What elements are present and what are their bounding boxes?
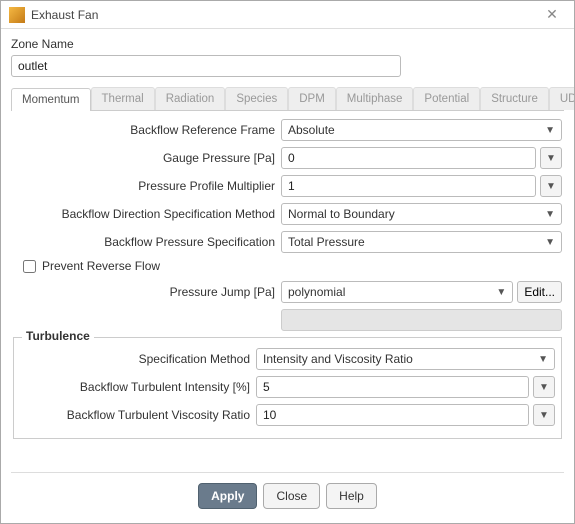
- tab-radiation[interactable]: Radiation: [155, 87, 226, 110]
- turb-viscosity-ratio-dropdown[interactable]: ▼: [533, 404, 555, 426]
- tabs: Momentum Thermal Radiation Species DPM M…: [11, 87, 564, 111]
- zone-name-label: Zone Name: [11, 37, 564, 51]
- close-button[interactable]: Close: [263, 483, 320, 509]
- backflow-ref-frame-label: Backflow Reference Frame: [13, 123, 281, 137]
- turb-intensity-input[interactable]: [256, 376, 529, 398]
- apply-button[interactable]: Apply: [198, 483, 257, 509]
- tab-uds[interactable]: UDS: [549, 87, 574, 110]
- caret-down-icon: ▼: [545, 209, 555, 220]
- backflow-ref-frame-select[interactable]: Absolute ▼: [281, 119, 562, 141]
- pressure-jump-edit-button[interactable]: Edit...: [517, 281, 562, 303]
- tab-multiphase[interactable]: Multiphase: [336, 87, 414, 110]
- gauge-pressure-label: Gauge Pressure [Pa]: [13, 151, 281, 165]
- caret-down-icon: ▼: [545, 237, 555, 248]
- tab-potential[interactable]: Potential: [413, 87, 480, 110]
- caret-down-icon: ▼: [496, 287, 506, 298]
- turbulence-title: Turbulence: [22, 329, 94, 343]
- pressure-jump-label: Pressure Jump [Pa]: [13, 285, 281, 299]
- caret-down-icon: ▼: [538, 354, 548, 365]
- pressure-profile-mult-label: Pressure Profile Multiplier: [13, 179, 281, 193]
- tab-dpm[interactable]: DPM: [288, 87, 336, 110]
- backflow-dir-spec-select[interactable]: Normal to Boundary ▼: [281, 203, 562, 225]
- gauge-pressure-input[interactable]: [281, 147, 536, 169]
- prevent-reverse-flow-checkbox[interactable]: [23, 260, 36, 273]
- tab-thermal[interactable]: Thermal: [91, 87, 155, 110]
- backflow-pressure-spec-select[interactable]: Total Pressure ▼: [281, 231, 562, 253]
- pressure-jump-value: polynomial: [288, 285, 345, 299]
- tab-species[interactable]: Species: [225, 87, 288, 110]
- backflow-dir-spec-value: Normal to Boundary: [288, 207, 395, 221]
- pressure-profile-mult-dropdown[interactable]: ▼: [540, 175, 562, 197]
- titlebar: Exhaust Fan ✕: [1, 1, 574, 29]
- turb-viscosity-ratio-input[interactable]: [256, 404, 529, 426]
- turb-intensity-label: Backflow Turbulent Intensity [%]: [20, 380, 256, 394]
- zone-name-input[interactable]: [11, 55, 401, 77]
- window-title: Exhaust Fan: [31, 8, 538, 22]
- close-icon[interactable]: ✕: [538, 6, 566, 23]
- turb-spec-method-value: Intensity and Viscosity Ratio: [263, 352, 413, 366]
- backflow-ref-frame-value: Absolute: [288, 123, 335, 137]
- backflow-pressure-spec-value: Total Pressure: [288, 235, 365, 249]
- tab-momentum[interactable]: Momentum: [11, 88, 91, 111]
- pressure-profile-mult-input[interactable]: [281, 175, 536, 197]
- turbulence-group: Turbulence Specification Method Intensit…: [13, 337, 562, 439]
- backflow-pressure-spec-label: Backflow Pressure Specification: [13, 235, 281, 249]
- help-button[interactable]: Help: [326, 483, 377, 509]
- pressure-jump-select[interactable]: polynomial ▼: [281, 281, 513, 303]
- disabled-field-bar: [281, 309, 562, 331]
- app-icon: [9, 7, 25, 23]
- gauge-pressure-dropdown[interactable]: ▼: [540, 147, 562, 169]
- turb-intensity-dropdown[interactable]: ▼: [533, 376, 555, 398]
- exhaust-fan-dialog: Exhaust Fan ✕ Zone Name Momentum Thermal…: [0, 0, 575, 524]
- turb-spec-method-select[interactable]: Intensity and Viscosity Ratio ▼: [256, 348, 555, 370]
- backflow-dir-spec-label: Backflow Direction Specification Method: [13, 207, 281, 221]
- tab-structure[interactable]: Structure: [480, 87, 549, 110]
- prevent-reverse-flow-label: Prevent Reverse Flow: [42, 259, 160, 273]
- turb-spec-method-label: Specification Method: [20, 352, 256, 366]
- turb-viscosity-ratio-label: Backflow Turbulent Viscosity Ratio: [20, 408, 256, 422]
- caret-down-icon: ▼: [545, 125, 555, 136]
- footer: Apply Close Help: [11, 472, 564, 523]
